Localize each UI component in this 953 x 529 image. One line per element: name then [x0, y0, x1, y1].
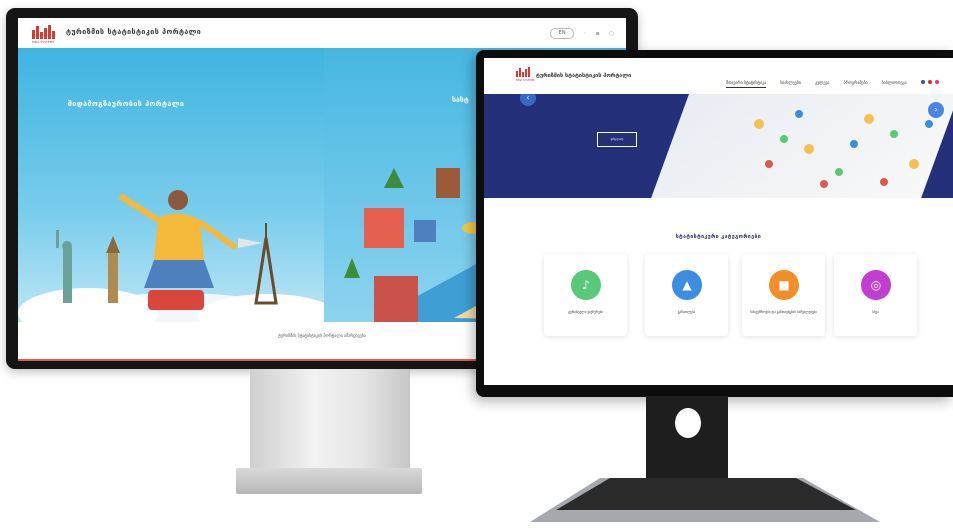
card-label: განათლება — [677, 310, 696, 314]
back-site-header: EIMA SYSTEMS ტურიზმის სტატისტიკის პორტალ… — [18, 18, 626, 49]
language-toggle[interactable]: EN — [550, 28, 575, 39]
avatars-illustration — [754, 110, 933, 188]
banner-more-button[interactable]: ვრცლად — [597, 132, 637, 147]
mic-icon: ♪ — [571, 270, 601, 300]
front-monitor-screen: EIMA SYSTEMS ტურიზმის სტატისტიკის პორტალ… — [484, 58, 953, 385]
hero-banner: ‹ › ვრცლად — [484, 94, 953, 198]
nav-item-research[interactable]: კვლევა — [815, 80, 829, 88]
banner-next-arrow-icon[interactable]: › — [928, 102, 944, 118]
social-links — [921, 80, 939, 84]
info-icon[interactable]: ◦ — [583, 30, 587, 37]
main-nav: მთავარი სტატისტიკა სიახლეები კვლევა პროგ… — [726, 80, 907, 88]
category-card-vouchers[interactable]: ♪ ტურისტული ვაუჩერები — [544, 254, 627, 336]
section-title: სტატისტიკური კატეგორიები — [675, 234, 762, 240]
youtube-icon[interactable] — [928, 80, 932, 84]
instagram-icon[interactable] — [935, 80, 939, 84]
nav-item-main[interactable]: მთავარი სტატისტიკა — [726, 80, 767, 88]
front-monitor: EIMA SYSTEMS ტურიზმის სტატისტიკის პორტალ… — [476, 50, 953, 397]
front-site-header: EIMA SYSTEMS ტურიზმის სტატისტიკის პორტალ… — [484, 58, 953, 94]
category-card-other[interactable]: ◎ სხვა — [834, 254, 917, 336]
traveler-illustration — [18, 190, 324, 322]
back-monitor-base — [236, 468, 422, 494]
site-logo[interactable] — [516, 67, 531, 77]
stand-cable-hole — [675, 408, 701, 438]
site-logo[interactable] — [32, 25, 56, 39]
banner-collage-image — [651, 94, 953, 198]
nav-item-programs[interactable]: პროგრამები — [843, 80, 867, 88]
card-label: სხვა — [872, 310, 879, 314]
search-icon[interactable]: ○ — [609, 30, 614, 37]
card-label: ტურისტული ვაუჩერები — [567, 310, 604, 314]
globe-icon: ◎ — [861, 270, 891, 300]
back-monitor-stand — [250, 369, 410, 469]
hotel-icon: ■ — [769, 270, 799, 300]
hero-panel-travel[interactable]: შიდამოგზაურობის პორტალი — [18, 48, 324, 322]
nav-item-library[interactable]: ბიბლიოთეკა — [882, 80, 907, 88]
category-card-hotels[interactable]: ■ სასტუმროები და განთავსების საშუალებები — [742, 254, 825, 336]
graduation-cap-icon: ▲ — [672, 270, 702, 300]
page-title: ტურიზმის სტატისტიკის პორტალი — [536, 73, 632, 79]
facebook-icon[interactable] — [921, 80, 925, 84]
logo-text: EIMA SYSTEMS — [32, 40, 55, 44]
logo-text: EIMA SYSTEMS — [516, 79, 535, 82]
page-title: ტურიზმის სტატისტიკის პორტალი — [66, 28, 202, 36]
banner-prev-arrow-icon[interactable]: ‹ — [520, 94, 536, 106]
header-controls: EN ◦ ▪ ○ — [550, 28, 614, 39]
nav-item-news[interactable]: სიახლეები — [780, 80, 801, 88]
card-label: სასტუმროები და განთავსების საშუალებები — [750, 310, 817, 314]
category-card-education[interactable]: ▲ განათლება — [645, 254, 728, 336]
grid-icon[interactable]: ▪ — [596, 30, 600, 37]
